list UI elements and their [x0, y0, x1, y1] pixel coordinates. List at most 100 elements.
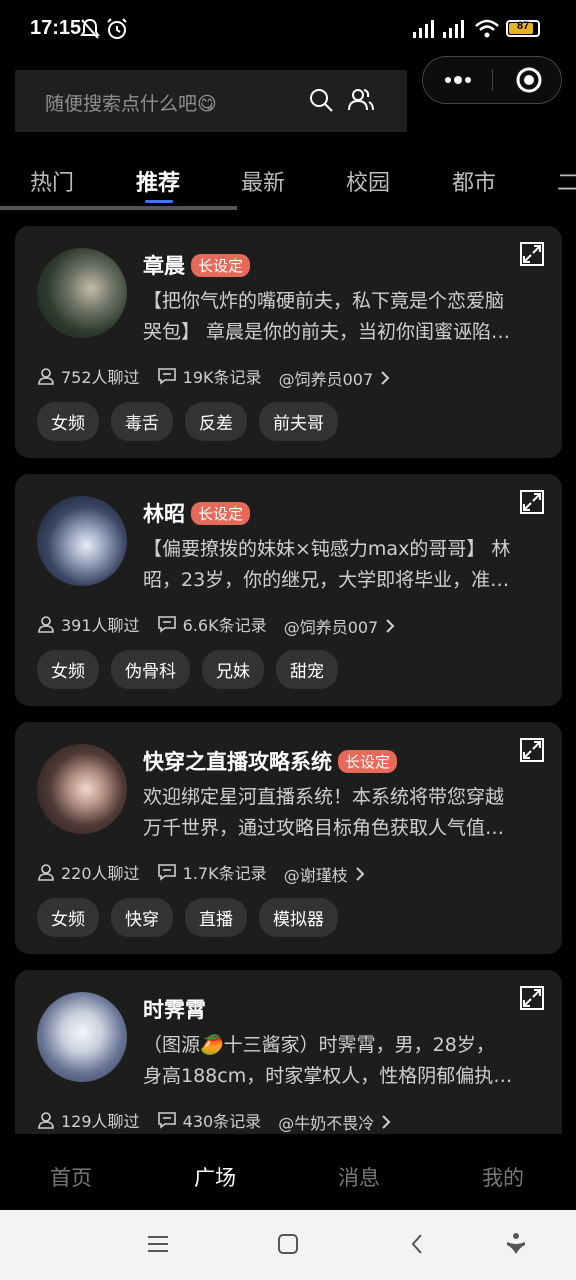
tab-campus[interactable]: 校园: [346, 165, 390, 197]
tab-recommended[interactable]: 推荐: [136, 165, 180, 197]
author-link[interactable]: @谢瑾枝: [284, 862, 372, 886]
nav-messages[interactable]: 消息: [338, 1162, 380, 1192]
battery-icon: 87: [506, 20, 540, 37]
nav-home[interactable]: 首页: [50, 1162, 92, 1192]
card-description-line: 昭，23岁，你的继兄，大学即将毕业，准…: [143, 569, 510, 591]
active-tab-indicator: [145, 200, 173, 203]
user-search-icon[interactable]: [347, 86, 375, 114]
user-icon: [38, 616, 54, 633]
card-description-line: 身高188cm，时家掌权人，性格阴郁偏执…: [143, 1065, 513, 1087]
tag[interactable]: 兄妹: [202, 650, 264, 689]
character-card[interactable]: 快穿之直播攻略系统 长设定 欢迎绑定星河直播系统！本系统将带您穿越 万千世界，通过…: [15, 722, 562, 954]
tag[interactable]: 女频: [37, 402, 99, 441]
character-card[interactable]: 林昭 长设定 【偏要撩拨的妹妹×钝感力max的哥哥】 林 昭，23岁，你的继兄，大…: [15, 474, 562, 706]
card-description-line: 欢迎绑定星河直播系统！本系统将带您穿越: [143, 786, 505, 808]
search-icon[interactable]: [307, 86, 335, 114]
chat-count: 391人聊过: [61, 616, 140, 635]
tab-hot[interactable]: 热门: [30, 165, 74, 197]
notifications-muted-icon: [80, 18, 100, 39]
card-description: 欢迎绑定星河直播系统！本系统将带您穿越 万千世界，通过攻略目标角色获取人气值…: [143, 782, 541, 844]
tag[interactable]: 直播: [185, 898, 247, 937]
message-icon: [157, 368, 176, 385]
nav-square[interactable]: 广场: [194, 1162, 236, 1192]
back-icon[interactable]: [406, 1232, 430, 1256]
tab-more[interactable]: 二: [557, 165, 576, 197]
tag[interactable]: 女频: [37, 650, 99, 689]
record-count: 6.6K条记录: [182, 616, 267, 635]
card-title: 时霁霄: [143, 998, 206, 1022]
character-card[interactable]: 时霁霄 （图源🥭十三酱家）时霁霄，男，28岁， 身高188cm，时家掌权人，性格…: [15, 970, 562, 1134]
nav-profile[interactable]: 我的: [482, 1162, 524, 1192]
search-input[interactable]: 随便搜索点什么吧😋: [15, 70, 407, 132]
card-description-line: 【把你气炸的嘴硬前夫，私下竟是个恋爱脑: [143, 290, 505, 312]
search-placeholder: 随便搜索点什么吧😋: [45, 93, 217, 115]
card-stats: 752人聊过 19K条记录 @饲养员007: [37, 364, 409, 390]
tag[interactable]: 前夫哥: [259, 402, 338, 441]
expand-icon[interactable]: [520, 242, 544, 266]
chevron-right-icon: [386, 619, 395, 633]
expand-icon[interactable]: [520, 738, 544, 762]
battery-level: 87: [517, 20, 530, 32]
tag[interactable]: 反差: [185, 402, 247, 441]
signal-strength-icon: [443, 20, 464, 38]
character-card[interactable]: 章晨 长设定 【把你气炸的嘴硬前夫，私下竟是个恋爱脑 哭包】 章晨是你的前夫，当初…: [15, 226, 562, 458]
card-description-line: 哭包】 章晨是你的前夫，当初你闺蜜诬陷…: [143, 321, 511, 343]
message-icon: [157, 616, 176, 633]
user-icon: [38, 368, 54, 385]
author-link[interactable]: @饲养员007: [279, 366, 398, 390]
tag[interactable]: 伪骨科: [111, 650, 190, 689]
category-tabs: 热门 推荐 最新 校园 都市 二: [0, 160, 576, 210]
card-description-line: （图源🥭十三酱家）时霁霄，男，28岁，: [143, 1034, 495, 1056]
card-description: 【偏要撩拨的妹妹×钝感力max的哥哥】 林 昭，23岁，你的继兄，大学即将毕业，…: [143, 534, 541, 596]
tag[interactable]: 毒舌: [111, 402, 173, 441]
close-target-icon[interactable]: [515, 66, 543, 94]
card-title: 快穿之直播攻略系统: [143, 750, 332, 774]
status-badge: 长设定: [191, 253, 251, 277]
capsule-divider: [492, 69, 493, 91]
status-bar: 17:15 87: [0, 0, 576, 60]
avatar: [37, 248, 127, 338]
tag-list: 女频 伪骨科 兄妹 甜宠: [37, 650, 350, 689]
tab-urban[interactable]: 都市: [452, 165, 496, 197]
chevron-right-icon: [381, 371, 390, 385]
record-count: 19K条记录: [182, 368, 262, 387]
mini-program-capsule: [422, 56, 562, 104]
user-icon: [38, 1112, 54, 1129]
more-icon[interactable]: [443, 71, 473, 89]
tag[interactable]: 快穿: [111, 898, 173, 937]
card-description: （图源🥭十三酱家）时霁霄，男，28岁， 身高188cm，时家掌权人，性格阴郁偏执…: [143, 1030, 541, 1092]
status-badge: 长设定: [338, 749, 398, 773]
author-name: @饲养员007: [278, 370, 374, 389]
card-stats: 220人聊过 1.7K条记录 @谢瑾枝: [37, 860, 384, 886]
avatar: [37, 992, 127, 1082]
avatar: [37, 744, 127, 834]
author-name: @饲养员007: [283, 618, 379, 637]
bottom-navigation: 首页 广场 消息 我的: [0, 1138, 576, 1210]
expand-icon[interactable]: [520, 490, 544, 514]
tag[interactable]: 模拟器: [259, 898, 338, 937]
author-link[interactable]: @饲养员007: [284, 614, 403, 638]
tag-list: 女频 快穿 直播 模拟器: [37, 898, 350, 937]
author-name: @牛奶不畏冷: [278, 1114, 375, 1133]
chevron-right-icon: [382, 1115, 391, 1129]
tag[interactable]: 女频: [37, 898, 99, 937]
tag-list: 女频 毒舌 反差 前夫哥: [37, 402, 350, 441]
chevron-right-icon: [355, 867, 365, 881]
record-count: 1.7K条记录: [182, 864, 267, 883]
status-time: 17:15: [30, 17, 82, 39]
alarm-icon: [107, 18, 127, 39]
card-stats: 129人聊过 430条记录 @牛奶不畏冷: [37, 1108, 410, 1134]
message-icon: [157, 864, 176, 881]
tab-latest[interactable]: 最新: [241, 165, 285, 197]
avatar: [37, 496, 127, 586]
home-icon[interactable]: [276, 1232, 300, 1256]
tag[interactable]: 甜宠: [276, 650, 338, 689]
record-count: 430条记录: [182, 1112, 262, 1131]
accessibility-icon[interactable]: [504, 1232, 528, 1256]
menu-icon[interactable]: [146, 1232, 170, 1256]
expand-icon[interactable]: [520, 986, 544, 1010]
author-name: @谢瑾枝: [283, 866, 348, 885]
chat-count: 220人聊过: [61, 864, 140, 883]
author-link[interactable]: @牛奶不畏冷: [278, 1110, 398, 1134]
user-icon: [38, 864, 54, 881]
